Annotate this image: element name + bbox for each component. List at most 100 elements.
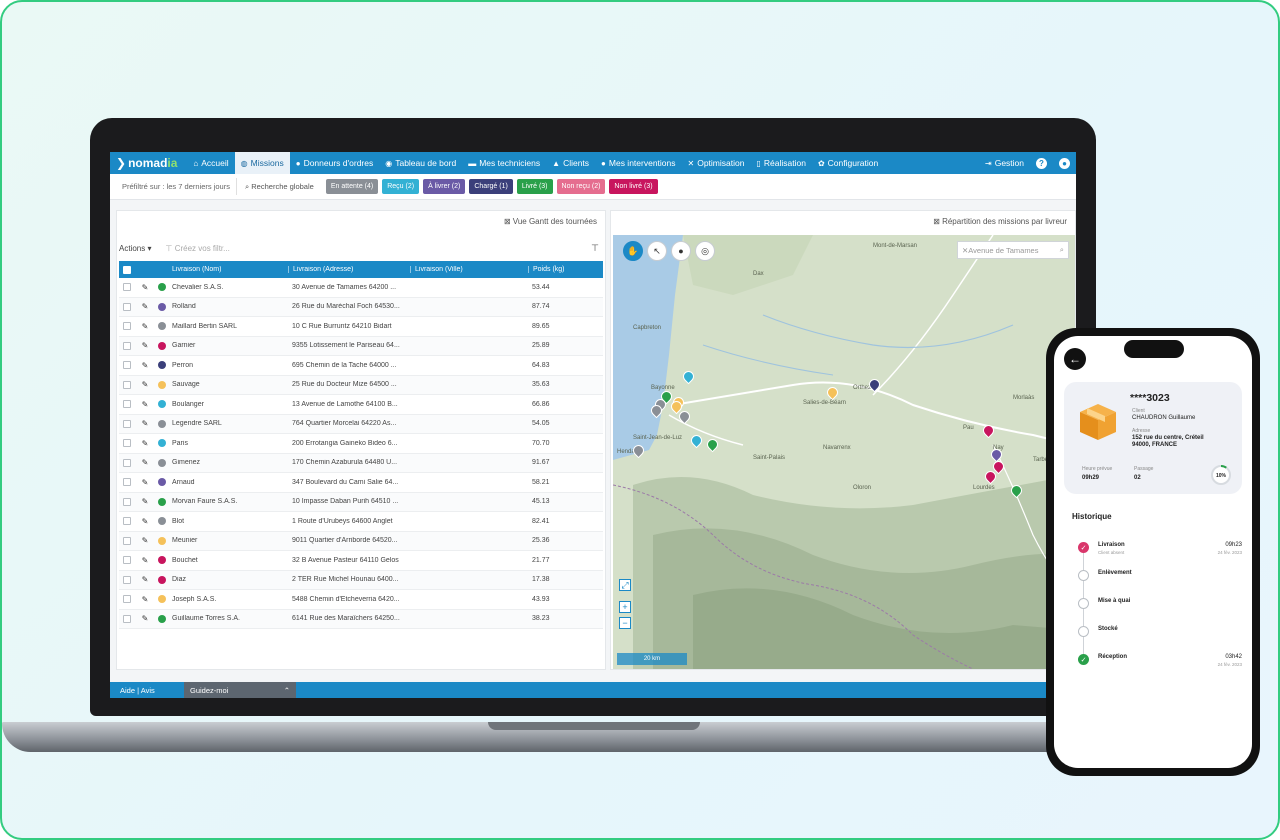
row-checkbox[interactable] <box>119 575 135 584</box>
period-filter[interactable]: Préfiltré sur : les 7 derniers jours <box>116 178 237 195</box>
table-row[interactable]: ✎ Joseph S.A.S. 5488 Chemin d'Etcheverria … <box>119 590 603 610</box>
nav-gestion[interactable]: ⇥ Gestion <box>979 152 1030 174</box>
column-header-ville[interactable]: Livraison (Ville) <box>410 266 528 273</box>
table-row[interactable]: ✎ Legendre SARL 764 Quartier Morcelai 6422… <box>119 414 603 434</box>
status-chip-non-livre[interactable]: Non livré (3) <box>609 179 658 194</box>
edit-pencil-icon[interactable]: ✎ <box>135 556 155 565</box>
table-row[interactable]: ✎ Chevalier S.A.S. 30 Avenue de Tamames 64… <box>119 278 603 298</box>
back-arrow-icon[interactable]: ← <box>1064 348 1086 370</box>
help-feedback-link[interactable]: Aide | Avis <box>110 686 184 695</box>
nomadia-logo[interactable]: ❯ nomad ia <box>110 156 187 170</box>
table-row[interactable]: ✎ Bouchet 32 B Avenue Pasteur 64110 Gelos 2… <box>119 551 603 571</box>
edit-pencil-icon[interactable]: ✎ <box>135 361 155 370</box>
table-row[interactable]: ✎ Gimenez 170 Chemin Azaburula 64480 U... 9… <box>119 453 603 473</box>
status-chip-en-attente[interactable]: En attente (4) <box>325 179 379 194</box>
column-header-poids[interactable]: Poids (kg) <box>528 266 603 273</box>
status-chip-a-livrer[interactable]: À livrer (2) <box>423 179 466 194</box>
row-checkbox[interactable] <box>119 439 135 448</box>
status-dot <box>155 322 169 331</box>
pin-tool-icon[interactable]: ● <box>671 241 691 261</box>
edit-pencil-icon[interactable]: ✎ <box>135 400 155 409</box>
repartition-link[interactable]: ⊠ Répartition des missions par livreur <box>933 217 1067 226</box>
zoom-in-button[interactable]: + <box>619 601 631 613</box>
guide-me-button[interactable]: Guidez-moi ⌃ <box>184 682 296 698</box>
row-checkbox[interactable] <box>119 517 135 526</box>
row-checkbox[interactable] <box>119 400 135 409</box>
row-checkbox[interactable] <box>119 497 135 506</box>
row-checkbox[interactable] <box>119 478 135 487</box>
table-row[interactable]: ✎ Meunier 9011 Quartier d'Arriborde 64520.… <box>119 531 603 551</box>
hand-tool-icon[interactable]: ✋ <box>623 241 643 261</box>
table-row[interactable]: ✎ Paris 200 Errotangia Gaineko Bideo 6... 7… <box>119 434 603 454</box>
nav-configuration[interactable]: ✿ Configuration <box>812 152 884 174</box>
table-row[interactable]: ✎ Morvan Faure S.A.S. 10 Impasse Daban Pur… <box>119 492 603 512</box>
table-row[interactable]: ✎ Maillard Bertin SARL 10 C Rue Burruntz 6… <box>119 317 603 337</box>
edit-pencil-icon[interactable]: ✎ <box>135 575 155 584</box>
edit-pencil-icon[interactable]: ✎ <box>135 517 155 526</box>
nav-realisation[interactable]: ▯ Réalisation <box>750 152 811 174</box>
row-checkbox[interactable] <box>119 419 135 428</box>
row-checkbox[interactable] <box>119 341 135 350</box>
user-account-icon[interactable]: ● <box>1059 157 1070 169</box>
zoom-out-button[interactable]: − <box>619 617 631 629</box>
edit-pencil-icon[interactable]: ✎ <box>135 439 155 448</box>
column-header-adresse[interactable]: Livraison (Adresse) <box>288 266 410 273</box>
nav-tableau-de-bord[interactable]: ◉ Tableau de bord <box>379 152 462 174</box>
table-row[interactable]: ✎ Blot 1 Route d'Urubeys 64600 Anglet 82.41 <box>119 512 603 532</box>
table-row[interactable]: ✎ Arnaud 347 Boulevard du Cami Salie 64...… <box>119 473 603 493</box>
edit-pencil-icon[interactable]: ✎ <box>135 341 155 350</box>
row-checkbox[interactable] <box>119 595 135 604</box>
row-checkbox[interactable] <box>119 322 135 331</box>
table-row[interactable]: ✎ Rolland 26 Rue du Maréchal Foch 64530...… <box>119 297 603 317</box>
global-search[interactable]: ⌕ Recherche globale <box>237 178 322 196</box>
table-row[interactable]: ✎ Boulanger 13 Avenue de Lamothe 64100 B..… <box>119 395 603 415</box>
create-filter-input[interactable]: ⊤ Créez vos filtr... <box>165 244 229 253</box>
edit-pencil-icon[interactable]: ✎ <box>135 478 155 487</box>
edit-pencil-icon[interactable]: ✎ <box>135 497 155 506</box>
map-view[interactable]: Bayonne Dax Mont-de-Marsan Orthez Pau Ta… <box>613 235 1075 669</box>
edit-pencil-icon[interactable]: ✎ <box>135 614 155 623</box>
row-checkbox[interactable] <box>119 380 135 389</box>
table-row[interactable]: ✎ Garnier 9355 Lotissement le Pariseau 64.… <box>119 336 603 356</box>
pointer-tool-icon[interactable]: ↖ <box>647 241 667 261</box>
edit-pencil-icon[interactable]: ✎ <box>135 380 155 389</box>
search-area-icon[interactable]: ◎ <box>695 241 715 261</box>
edit-pencil-icon[interactable]: ✎ <box>135 322 155 331</box>
status-chip-charge[interactable]: Chargé (1) <box>469 179 513 194</box>
edit-pencil-icon[interactable]: ✎ <box>135 419 155 428</box>
row-checkbox[interactable] <box>119 361 135 370</box>
row-checkbox[interactable] <box>119 458 135 467</box>
status-chip-non-recu[interactable]: Non reçu (2) <box>556 179 606 194</box>
table-row[interactable]: ✎ Perron 695 Chemin de la Tache 64000 ... 6… <box>119 356 603 376</box>
edit-pencil-icon[interactable]: ✎ <box>135 283 155 292</box>
edit-pencil-icon[interactable]: ✎ <box>135 302 155 311</box>
edit-pencil-icon[interactable]: ✎ <box>135 536 155 545</box>
funnel-icon[interactable]: ⊤ <box>591 243 599 254</box>
nav-missions[interactable]: ◍ Missions <box>234 152 290 174</box>
status-chip-recu[interactable]: Reçu (2) <box>382 179 420 194</box>
status-chip-livre[interactable]: Livré (3) <box>516 179 553 194</box>
nav-clients[interactable]: ▲ Clients <box>546 152 595 174</box>
nav-optimisation[interactable]: ✕ Optimisation <box>682 152 751 174</box>
row-checkbox[interactable] <box>119 302 135 311</box>
actions-dropdown[interactable]: Actions ▾ <box>119 244 151 253</box>
table-row[interactable]: ✎ Sauvage 25 Rue du Docteur Mize 64500 ...… <box>119 375 603 395</box>
table-row[interactable]: ✎ Diaz 2 TER Rue Michel Hounau 6400... 17.3… <box>119 570 603 590</box>
select-all-checkbox[interactable] <box>119 265 135 274</box>
row-checkbox[interactable] <box>119 283 135 292</box>
row-checkbox[interactable] <box>119 536 135 545</box>
nav-mes-interventions[interactable]: ● Mes interventions <box>595 152 681 174</box>
row-checkbox[interactable] <box>119 556 135 565</box>
row-checkbox[interactable] <box>119 614 135 623</box>
nav-accueil[interactable]: ⌂ Accueil <box>187 152 234 174</box>
edit-pencil-icon[interactable]: ✎ <box>135 595 155 604</box>
column-header-nom[interactable]: Livraison (Nom) <box>169 266 288 273</box>
table-row[interactable]: ✎ Guillaume Torres S.A. 6141 Rue des Maraî… <box>119 609 603 629</box>
gantt-view-link[interactable]: ⊠ Vue Gantt des tournées <box>504 217 597 226</box>
nav-donneurs-ordres[interactable]: ● Donneurs d'ordres <box>290 152 380 174</box>
fullscreen-icon[interactable]: ⤢ <box>619 579 631 591</box>
nav-mes-techniciens[interactable]: ▬ Mes techniciens <box>462 152 546 174</box>
edit-pencil-icon[interactable]: ✎ <box>135 458 155 467</box>
help-icon[interactable]: ? <box>1036 157 1047 169</box>
map-search-input[interactable]: ✕ Avenue de Tamames ⌕ <box>957 241 1069 259</box>
